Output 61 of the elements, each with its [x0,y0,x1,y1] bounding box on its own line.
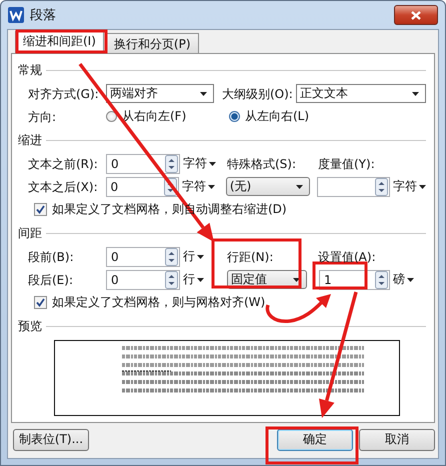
spinner-icon [165,270,178,288]
caret-icon [293,278,300,282]
dialog-button[interactable]: 取消 [359,428,435,450]
field-label: 文本之后(X): [28,180,99,194]
spinner-icon [375,178,388,196]
field-label: 对齐方式(G): [28,86,100,100]
checkbox[interactable] [34,296,47,309]
field-label: 文本之前(R): [28,156,99,170]
caret-icon [412,92,419,96]
caret-icon [197,278,204,282]
unit-dropdown[interactable]: 磅 [390,271,414,288]
spinner-icon [375,270,388,288]
unit-dropdown[interactable]: 行 [180,248,227,265]
caret-icon [208,184,216,188]
unit-dropdown[interactable]: 字符 [179,178,226,195]
field-label: 大纲级别(O): [222,86,294,100]
section-heading: 间距 [18,224,42,242]
dialog-button[interactable]: 制表位(T)... [13,428,89,450]
window-title: 段落 [30,7,57,24]
number-field[interactable]: 0 [106,246,180,266]
field-label: 设置值(A): [318,250,376,264]
close-button[interactable] [394,5,438,25]
section-heading: 预览 [18,318,42,334]
dropdown[interactable]: 两端对齐 [106,84,214,103]
number-field[interactable]: 0 [106,154,180,174]
caret-icon [197,254,204,258]
caret-icon [407,278,414,282]
caret-icon [209,162,216,166]
number-field[interactable]: 0 [106,270,180,290]
number-field[interactable] [317,176,390,196]
close-icon [411,10,421,20]
tab[interactable]: 换行和分页(P) [106,33,199,54]
dialog-button[interactable]: 确定 [277,428,353,450]
radio-label: 从右向左(F) [122,108,186,125]
dropdown[interactable]: 正文文本 [296,84,426,103]
number-field[interactable]: 0 [106,176,180,196]
caret-icon [200,92,207,96]
caret-icon [419,184,426,188]
checkbox-label: 如果定义了文档网格，则与网格对齐(W) [52,294,266,311]
field-label: 特殊格式(S): [227,156,298,170]
field-label: 段前(B): [28,250,75,264]
field-label: 方向: [28,110,58,124]
spinner-icon [165,248,178,266]
spinner-icon [165,154,178,172]
dropdown[interactable]: (无) [226,177,310,196]
radio-button[interactable] [106,111,117,122]
highlight-box [312,262,368,290]
unit-dropdown[interactable]: 行 [180,271,227,288]
unit-dropdown[interactable]: 字符 [390,178,426,195]
radio-button[interactable] [229,111,240,122]
radio-label: 从左向右(L) [245,108,310,125]
app-icon [8,7,24,23]
curved-arrow [266,294,331,323]
section-heading: 缩进 [18,132,42,148]
unit-dropdown[interactable]: 字符 [180,155,227,172]
field-label: 度量值(Y): [318,156,375,170]
field-label: 段后(E): [28,272,74,286]
caret-icon [296,184,304,188]
field-label: 行距(N): [227,250,274,264]
checkbox[interactable] [34,203,47,216]
section-heading: 常规 [18,62,42,78]
